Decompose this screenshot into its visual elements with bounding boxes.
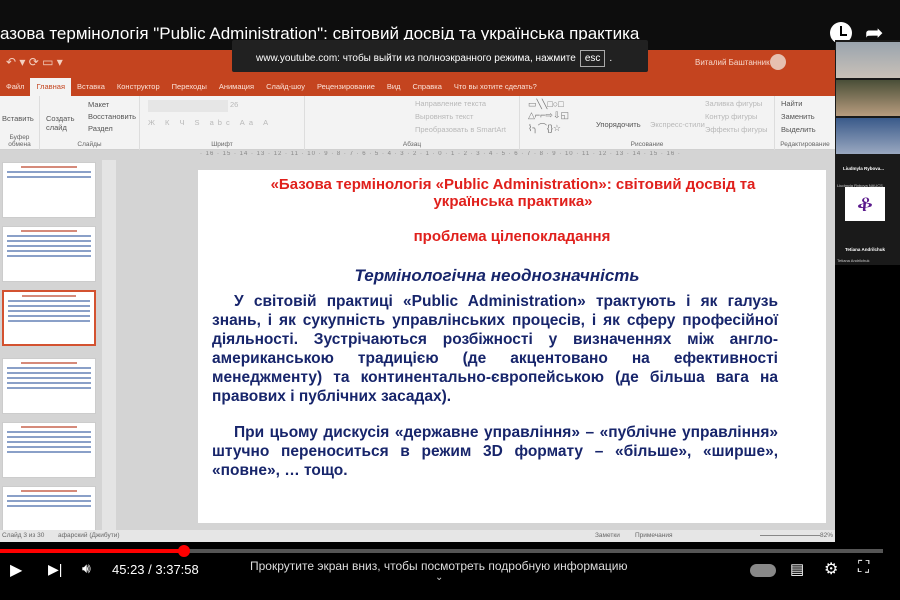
toast-end: . [609,53,613,64]
participant-label: Tetiana Andrilchuk [837,258,870,263]
font-size-select[interactable]: 26 [230,100,238,109]
slide-canvas[interactable]: «Базова термінологія «Public Administrat… [198,170,826,523]
notes-button[interactable]: Заметки [595,532,620,539]
slide-thumbnail[interactable] [2,358,96,414]
replace-button[interactable]: Заменить [781,112,815,121]
group-label: Рисование [630,141,664,148]
language-indicator[interactable]: афарский (Джибути) [58,532,120,539]
tab-design[interactable]: Конструктор [111,78,166,96]
slide-heading: Термінологічна неоднозначність [354,266,640,285]
owl-logo-icon: ቆ [845,187,885,221]
layout-button[interactable]: Макет [88,100,109,109]
group-label: Абзац [402,141,422,148]
toast-text: www.youtube.com: чтобы выйти из полноэкр… [256,53,576,64]
participant-video [836,80,900,116]
paste-button[interactable]: Вставить [2,114,34,123]
autoplay-toggle[interactable] [750,564,776,577]
next-icon[interactable]: ▶| [48,561,62,578]
tab-insert[interactable]: Вставка [71,78,111,96]
fullscreen-exit-toast: www.youtube.com: чтобы выйти из полноэкр… [232,40,648,72]
group-label: Буфер обмена [8,134,31,148]
zoom-slider[interactable] [760,535,820,536]
reset-button[interactable]: Восстановить [88,112,136,121]
scrubber-handle[interactable] [177,545,190,557]
ribbon: Вставить Буфер обмена Создать слайд Маке… [0,96,835,150]
tab-transitions[interactable]: Переходы [166,78,213,96]
subtitles-icon[interactable]: ▤ [790,560,804,578]
section-button[interactable]: Раздел [88,124,113,133]
quick-access-toolbar[interactable]: ↶ ▾ ⟳ ▭ ▾ [6,55,63,69]
progress-played [0,549,184,553]
thumbnail-scrollbar[interactable] [102,160,116,530]
new-slide-button[interactable]: Создать слайд [46,114,76,132]
font-format-buttons[interactable]: Ж К Ч S abc Аа A [148,118,272,127]
tab-home[interactable]: Главная [30,78,71,96]
avatar[interactable] [770,54,786,70]
user-name: Виталий Баштанник [695,58,770,67]
font-name-select[interactable] [148,100,228,112]
scroll-hint[interactable]: Прокрутите экран вниз, чтобы посмотреть … [250,559,628,573]
time-display: 45:23 / 3:37:58 [112,562,199,577]
smartart-button[interactable]: Преобразовать в SmartArt [415,125,506,134]
slide-subtitle: проблема цілепокладання [413,228,611,245]
tab-file[interactable]: Файл [0,78,30,96]
chevron-down-icon[interactable]: ⌄ [435,572,443,583]
tab-help[interactable]: Справка [406,78,447,96]
zoom-level[interactable]: 82% [820,532,833,539]
participant-name: Liudmyla Rybova... [843,166,885,171]
settings-gear-icon[interactable]: ⚙ [824,559,838,579]
tab-view[interactable]: Вид [381,78,407,96]
group-label: Шрифт [211,141,233,148]
comments-button[interactable]: Примечания [635,532,673,539]
shape-outline-button[interactable]: Контур фигуры [705,112,757,121]
slide-thumbnail[interactable] [2,226,96,282]
group-label: Редактирование [780,141,830,148]
status-bar: Слайд 3 из 30 афарский (Джибути) Заметки… [0,530,835,542]
group-paragraph: Направление текста Выровнять текст Преоб… [305,96,520,150]
tell-me-search[interactable]: Что вы хотите сделать? [448,78,543,96]
participant-video [836,118,900,154]
group-clipboard: Вставить Буфер обмена [0,96,40,150]
tab-animations[interactable]: Анимация [213,78,260,96]
slide-thumbnails [0,160,100,542]
group-drawing: ▭╲╲□○□ △⌐⌐⇨⇩◱ ⌇╮⌒{}☆ Упорядочить Экспресс-… [520,96,775,150]
slide-paragraph-1: У світовій практиці «Public Administrati… [212,293,778,405]
quick-styles-button[interactable]: Экспресс-стили [650,120,705,129]
group-editing: Найти Заменить Выделить Редактирование [775,96,835,150]
slide-paragraph-2: При цьому дискусія «державне управління»… [212,424,778,479]
slide-thumbnail[interactable] [2,162,96,218]
align-text-button[interactable]: Выровнять текст [415,112,473,121]
participants-panel: Liudmyla Rybova... Liudmyla Rybova NAUCS… [835,40,900,265]
exit-fullscreen-icon[interactable]: ⛶ [858,559,869,577]
arrange-button[interactable]: Упорядочить [596,120,641,129]
group-slides: Создать слайд Макет Восстановить Раздел … [40,96,140,150]
play-icon[interactable]: ▶ [10,560,22,580]
group-label: Слайды [77,141,102,148]
tab-slideshow[interactable]: Слайд-шоу [260,78,311,96]
shapes-gallery[interactable]: ▭╲╲□○□ △⌐⌐⇨⇩◱ ⌇╮⌒{}☆ [528,99,569,134]
participant-name: Tetiana Andrilchuk [845,247,886,252]
shape-effects-button[interactable]: Эффекты фигуры [705,125,768,134]
powerpoint-window: ↶ ▾ ⟳ ▭ ▾ Виталий Баштанник Файл Главная… [0,50,835,542]
participant-video [836,42,900,78]
shape-fill-button[interactable]: Заливка фигуры [705,99,762,108]
slide-counter: Слайд 3 из 30 [2,532,45,539]
group-font: 26 Ж К Ч S abc Аа A Шрифт [140,96,305,150]
text-direction-button[interactable]: Направление текста [415,99,486,108]
tab-review[interactable]: Рецензирование [311,78,381,96]
find-button[interactable]: Найти [781,99,802,108]
slide-thumbnail-selected[interactable] [2,290,96,346]
slide-title: «Базова термінологія «Public Administrat… [270,176,756,210]
volume-icon[interactable]: 🔊︎ [82,560,91,577]
select-button[interactable]: Выделить [781,125,816,134]
ribbon-tabs: Файл Главная Вставка Конструктор Переход… [0,76,835,96]
slide-thumbnail[interactable] [2,422,96,478]
ruler: · 16 · 15 · 14 · 13 · 12 · 11 · 10 · 9 ·… [200,151,681,157]
esc-key: esc [579,50,606,67]
